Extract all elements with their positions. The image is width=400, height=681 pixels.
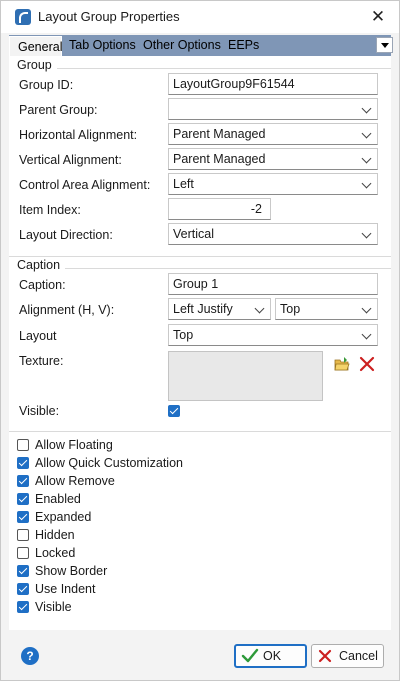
hidden-checkbox[interactable]: [17, 529, 29, 541]
caption-label: Caption:: [19, 278, 66, 292]
group-divider: [57, 68, 391, 69]
vertical-alignment-select[interactable]: Parent Managed: [168, 148, 378, 170]
delete-icon[interactable]: [359, 356, 375, 372]
alignment-hv-label: Alignment (H, V):: [19, 303, 115, 317]
horizontal-alignment-select[interactable]: Parent Managed: [168, 123, 378, 145]
use-indent-label: Use Indent: [35, 582, 96, 596]
allow-quick-customization-label: Allow Quick Customization: [35, 456, 183, 470]
visible-checkbox[interactable]: [17, 601, 29, 613]
caption-v-alignment-value: Top: [280, 302, 301, 316]
section-divider: [9, 256, 391, 257]
horizontal-alignment-value: Parent Managed: [173, 127, 266, 141]
ok-button[interactable]: OK: [234, 644, 307, 668]
caption-layout-label: Layout: [19, 329, 57, 343]
title-bar: Layout Group Properties ✕: [1, 1, 399, 33]
window-title: Layout Group Properties: [38, 9, 180, 24]
use-indent-checkbox[interactable]: [17, 583, 29, 595]
allow-remove-checkbox[interactable]: [17, 475, 29, 487]
vertical-alignment-label: Vertical Alignment:: [19, 153, 122, 167]
control-area-alignment-label: Control Area Alignment:: [19, 178, 151, 192]
caption-h-alignment-value: Left Justify: [173, 302, 233, 316]
locked-checkbox[interactable]: [17, 547, 29, 559]
tab-other-options[interactable]: Other Options: [143, 35, 221, 56]
item-index-label: Item Index:: [19, 203, 81, 217]
allow-remove-label: Allow Remove: [35, 474, 115, 488]
show-border-label: Show Border: [35, 564, 108, 578]
allow-quick-customization-checkbox[interactable]: [17, 457, 29, 469]
locked-label: Locked: [35, 546, 76, 560]
app-icon: [15, 9, 31, 25]
visible-label: Visible: [35, 600, 72, 614]
control-area-alignment-value: Left: [173, 177, 194, 191]
layout-direction-select[interactable]: Vertical: [168, 223, 378, 245]
cancel-button[interactable]: Cancel: [311, 644, 384, 668]
chevron-down-icon: [361, 128, 372, 139]
chevron-down-icon: [361, 303, 372, 314]
allow-floating-label: Allow Floating: [35, 438, 113, 452]
tab-general[interactable]: General: [9, 36, 62, 56]
caption-layout-select[interactable]: Top: [168, 324, 378, 346]
chevron-down-icon: [361, 103, 372, 114]
ok-button-label: OK: [263, 649, 282, 663]
chevron-down-icon: [361, 178, 372, 189]
close-button[interactable]: ✕: [363, 3, 393, 31]
general-panel: Group Group ID: LayoutGroup9F61544 Paren…: [9, 56, 391, 630]
chevron-down-icon: [361, 329, 372, 340]
group-id-input[interactable]: LayoutGroup9F61544: [168, 73, 378, 95]
expanded-label: Expanded: [35, 510, 92, 524]
tab-tab-options[interactable]: Tab Options: [69, 35, 136, 56]
caption-section-label: Caption: [17, 258, 61, 272]
enabled-checkbox[interactable]: [17, 493, 29, 505]
chevron-down-icon: [361, 153, 372, 164]
item-index-input[interactable]: -2: [168, 198, 271, 220]
texture-preview[interactable]: [168, 351, 323, 401]
caption-input[interactable]: Group 1: [168, 273, 378, 295]
tab-strip: General Tab Options Other Options EEPs: [9, 35, 393, 56]
layout-direction-label: Layout Direction:: [19, 228, 113, 242]
parent-group-select[interactable]: [168, 98, 378, 120]
section-divider: [9, 431, 391, 432]
tab-list-dropdown-button[interactable]: [376, 37, 393, 53]
open-folder-icon[interactable]: [334, 356, 350, 372]
dialog-window: Layout Group Properties ✕ General Tab Op…: [0, 0, 400, 681]
cancel-button-label: Cancel: [339, 649, 378, 663]
caption-v-alignment-select[interactable]: Top: [275, 298, 378, 320]
vertical-alignment-value: Parent Managed: [173, 152, 266, 166]
caption-divider: [65, 268, 391, 269]
group-id-label: Group ID:: [19, 78, 74, 92]
show-border-checkbox[interactable]: [17, 565, 29, 577]
allow-floating-checkbox[interactable]: [17, 439, 29, 451]
expanded-checkbox[interactable]: [17, 511, 29, 523]
texture-label: Texture:: [19, 354, 64, 368]
chevron-down-icon: [254, 303, 265, 314]
control-area-alignment-select[interactable]: Left: [168, 173, 378, 195]
enabled-label: Enabled: [35, 492, 81, 506]
chevron-down-icon: [361, 228, 372, 239]
caption-visible-checkbox[interactable]: [168, 405, 180, 417]
hidden-label: Hidden: [35, 528, 75, 542]
checkmark-icon: [241, 648, 259, 663]
cancel-x-icon: [318, 649, 332, 663]
caption-h-alignment-select[interactable]: Left Justify: [168, 298, 271, 320]
caption-layout-value: Top: [173, 328, 194, 342]
tab-eeps[interactable]: EEPs: [228, 35, 259, 56]
help-icon[interactable]: ?: [21, 647, 39, 665]
layout-direction-value: Vertical: [173, 227, 214, 241]
parent-group-label: Parent Group:: [19, 103, 98, 117]
caption-visible-label: Visible:: [19, 404, 60, 418]
group-section-label: Group: [17, 58, 52, 72]
horizontal-alignment-label: Horizontal Alignment:: [19, 128, 138, 142]
